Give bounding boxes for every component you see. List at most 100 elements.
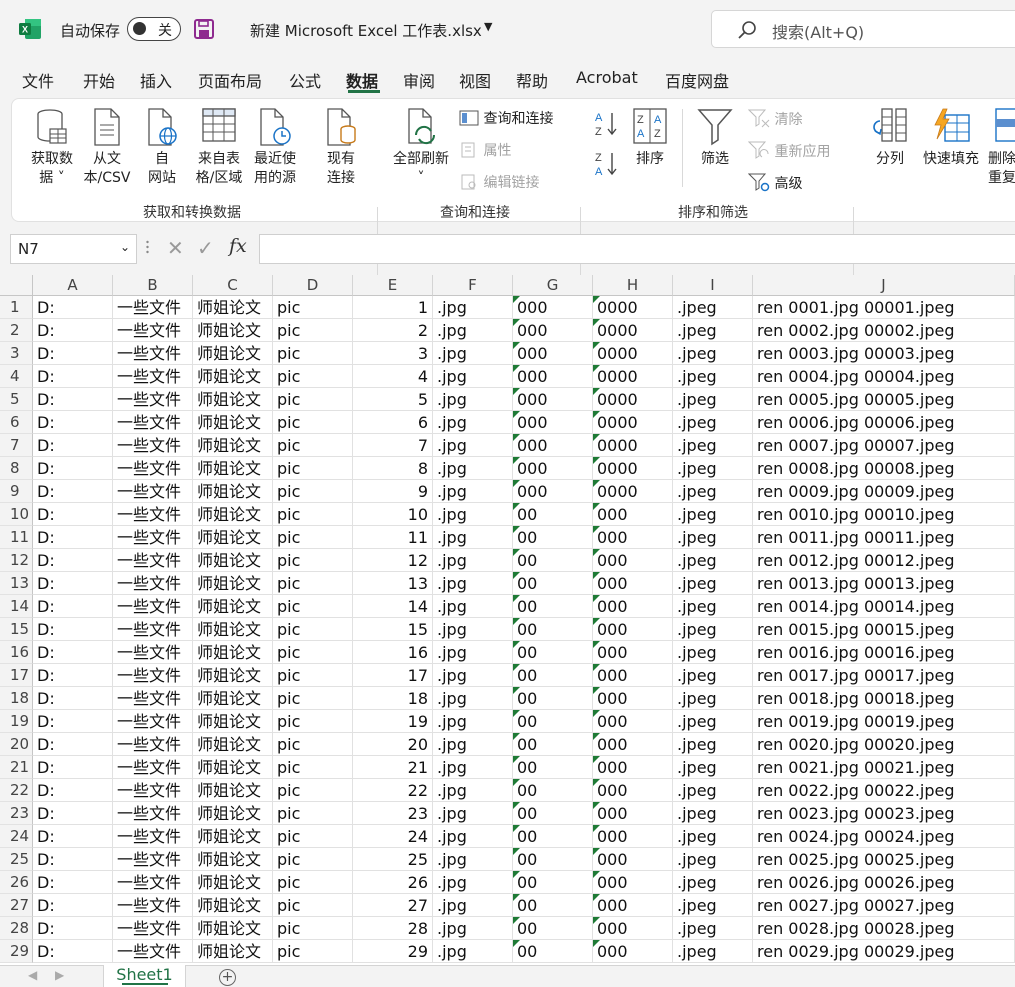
cell-h[interactable]: 000 [593,549,673,572]
row-header[interactable]: 29 [0,940,33,963]
cell-j[interactable]: ren 0008.jpg 00008.jpeg [753,457,1015,480]
cell-b[interactable]: 一些文件 [113,549,193,572]
cell-c[interactable]: 师姐论文 [193,526,273,549]
reapply-button[interactable]: 重新应用 [747,140,830,161]
cell-d[interactable]: pic [273,917,353,940]
cell-f[interactable]: .jpg [433,319,513,342]
cell-i[interactable]: .jpeg [673,848,753,871]
confirm-icon[interactable]: ✓ [197,236,214,260]
cell-e[interactable]: 23 [353,802,433,825]
cell-b[interactable]: 一些文件 [113,664,193,687]
cell-f[interactable]: .jpg [433,848,513,871]
cell-c[interactable]: 师姐论文 [193,802,273,825]
cell-j[interactable]: ren 0009.jpg 00009.jpeg [753,480,1015,503]
cell-e[interactable]: 5 [353,388,433,411]
row-header[interactable]: 15 [0,618,33,641]
cell-e[interactable]: 15 [353,618,433,641]
flash-fill-button[interactable]: 快速填充 [918,107,984,169]
cell-a[interactable]: D: [33,388,113,411]
row-header[interactable]: 26 [0,871,33,894]
row-header[interactable]: 18 [0,687,33,710]
column-header-h[interactable]: H [593,275,673,296]
cell-b[interactable]: 一些文件 [113,434,193,457]
cell-a[interactable]: D: [33,664,113,687]
cell-e[interactable]: 19 [353,710,433,733]
row-header[interactable]: 4 [0,365,33,388]
existing-connections-button[interactable]: 现有 连接 [318,107,364,188]
cell-e[interactable]: 8 [353,457,433,480]
cell-i[interactable]: .jpeg [673,296,753,319]
cell-g[interactable]: 00 [513,779,593,802]
cell-d[interactable]: pic [273,894,353,917]
cell-f[interactable]: .jpg [433,802,513,825]
column-header-d[interactable]: D [273,275,353,296]
cell-b[interactable]: 一些文件 [113,572,193,595]
cell-h[interactable]: 0000 [593,365,673,388]
cell-j[interactable]: ren 0003.jpg 00003.jpeg [753,342,1015,365]
cell-f[interactable]: .jpg [433,503,513,526]
autosave-toggle[interactable]: 关 [127,17,181,41]
tab-data[interactable]: 数据 [346,68,378,92]
cell-e[interactable]: 6 [353,411,433,434]
cell-j[interactable]: ren 0015.jpg 00015.jpeg [753,618,1015,641]
cell-b[interactable]: 一些文件 [113,411,193,434]
tab-acrobat[interactable]: Acrobat [576,68,638,87]
cell-e[interactable]: 22 [353,779,433,802]
cell-i[interactable]: .jpeg [673,779,753,802]
cell-c[interactable]: 师姐论文 [193,503,273,526]
cell-a[interactable]: D: [33,848,113,871]
cell-i[interactable]: .jpeg [673,894,753,917]
cell-b[interactable]: 一些文件 [113,641,193,664]
cell-a[interactable]: D: [33,457,113,480]
column-header-c[interactable]: C [193,275,273,296]
cell-d[interactable]: pic [273,871,353,894]
cell-e[interactable]: 18 [353,687,433,710]
cell-g[interactable]: 00 [513,572,593,595]
cell-g[interactable]: 00 [513,940,593,963]
cell-j[interactable]: ren 0012.jpg 00012.jpeg [753,549,1015,572]
cell-g[interactable]: 00 [513,917,593,940]
cell-c[interactable]: 师姐论文 [193,411,273,434]
cell-f[interactable]: .jpg [433,618,513,641]
cell-j[interactable]: ren 0019.jpg 00019.jpeg [753,710,1015,733]
cell-h[interactable]: 000 [593,733,673,756]
cell-g[interactable]: 000 [513,480,593,503]
cell-c[interactable]: 师姐论文 [193,457,273,480]
select-all-corner[interactable] [0,275,33,296]
cell-j[interactable]: ren 0021.jpg 00021.jpeg [753,756,1015,779]
row-header[interactable]: 24 [0,825,33,848]
cell-e[interactable]: 10 [353,503,433,526]
cell-c[interactable]: 师姐论文 [193,434,273,457]
cell-g[interactable]: 00 [513,503,593,526]
cell-h[interactable]: 0000 [593,434,673,457]
cell-a[interactable]: D: [33,434,113,457]
cell-g[interactable]: 00 [513,641,593,664]
row-header[interactable]: 10 [0,503,33,526]
cell-i[interactable]: .jpeg [673,319,753,342]
cell-c[interactable]: 师姐论文 [193,664,273,687]
cell-h[interactable]: 000 [593,894,673,917]
cell-f[interactable]: .jpg [433,641,513,664]
cell-c[interactable]: 师姐论文 [193,388,273,411]
cell-h[interactable]: 000 [593,848,673,871]
cell-b[interactable]: 一些文件 [113,618,193,641]
column-header-b[interactable]: B [113,275,193,296]
cell-f[interactable]: .jpg [433,411,513,434]
cell-c[interactable]: 师姐论文 [193,894,273,917]
cell-e[interactable]: 12 [353,549,433,572]
cell-h[interactable]: 000 [593,756,673,779]
cell-h[interactable]: 0000 [593,319,673,342]
cell-b[interactable]: 一些文件 [113,319,193,342]
cell-h[interactable]: 0000 [593,411,673,434]
cell-f[interactable]: .jpg [433,549,513,572]
cell-i[interactable]: .jpeg [673,503,753,526]
cell-h[interactable]: 000 [593,664,673,687]
cell-h[interactable]: 0000 [593,388,673,411]
cell-i[interactable]: .jpeg [673,595,753,618]
cell-a[interactable]: D: [33,802,113,825]
cell-j[interactable]: ren 0001.jpg 00001.jpeg [753,296,1015,319]
cell-h[interactable]: 000 [593,871,673,894]
cell-g[interactable]: 00 [513,848,593,871]
cell-b[interactable]: 一些文件 [113,871,193,894]
refresh-all-button[interactable]: 全部刷新 ˅ [388,107,454,188]
